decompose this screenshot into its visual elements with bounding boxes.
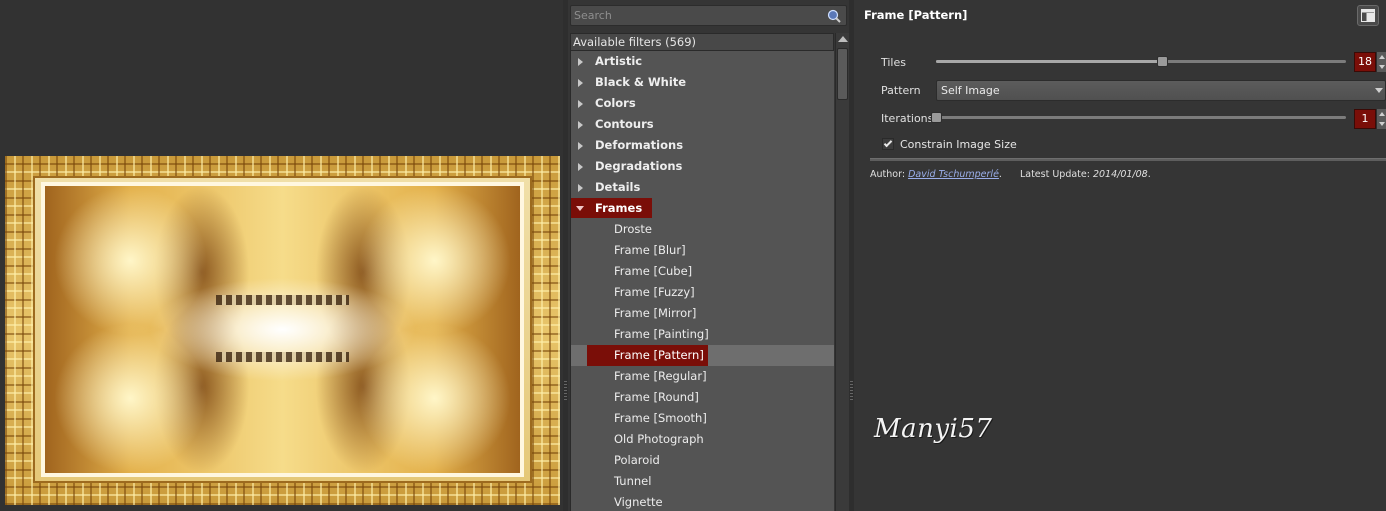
category-artistic[interactable]: Artistic	[571, 51, 834, 72]
filter-item-label: Polaroid	[614, 453, 660, 467]
category-colors[interactable]: Colors	[571, 93, 834, 114]
filter-item-label: Frame [Pattern]	[614, 348, 704, 362]
filter-item-frame-blur[interactable]: Frame [Blur]	[571, 240, 834, 261]
pattern-selected-value: Self Image	[941, 84, 1000, 97]
filter-item-label: Frame [Mirror]	[614, 306, 697, 320]
update-date: 2014/01/08	[1092, 169, 1148, 180]
filter-item-frame-pattern[interactable]: Frame [Pattern]	[571, 345, 834, 366]
category-contours[interactable]: Contours	[571, 114, 834, 135]
author-link[interactable]: David Tschumperlé	[908, 169, 999, 180]
filter-item-label: Old Photograph	[614, 432, 704, 446]
category-details[interactable]: Details	[571, 177, 834, 198]
category-label: Frames	[595, 201, 643, 215]
filter-title: Frame [Pattern]	[864, 8, 968, 22]
category-label: Degradations	[595, 159, 683, 173]
constrain-image-size-checkbox[interactable]	[882, 138, 894, 150]
filter-item-label: Frame [Blur]	[614, 243, 686, 257]
category-label: Details	[595, 180, 641, 194]
search-input[interactable]	[571, 6, 846, 25]
filter-item-label: Droste	[614, 222, 652, 236]
scrollbar-thumb[interactable]	[837, 48, 848, 100]
splitter-grip[interactable]	[564, 380, 567, 400]
filter-item-frame-fuzzy[interactable]: Frame [Fuzzy]	[571, 282, 834, 303]
dock-window-icon	[1361, 9, 1375, 22]
category-label: Colors	[595, 96, 636, 110]
iterations-label: Iterations	[881, 112, 934, 125]
filter-pane: Available filters (569) Artistic Black &…	[568, 0, 849, 511]
filter-item-frame-smooth[interactable]: Frame [Smooth]	[571, 408, 834, 429]
filter-item-frame-round[interactable]: Frame [Round]	[571, 387, 834, 408]
filters-header[interactable]: Available filters (569)	[570, 33, 834, 51]
filter-list-scrollbar[interactable]	[835, 33, 849, 511]
watermark-signature: Manyi57	[874, 414, 993, 444]
settings-pane: Frame [Pattern] Tiles 18 Pattern Self Im…	[854, 0, 1386, 511]
expand-arrow-icon[interactable]	[578, 79, 583, 87]
filter-item-frame-mirror[interactable]: Frame [Mirror]	[571, 303, 834, 324]
filter-tree[interactable]: Artistic Black & White Colors Contours D…	[570, 51, 834, 511]
iterations-spin-arrows-icon[interactable]	[1376, 109, 1386, 129]
collapse-arrow-icon[interactable]	[576, 206, 584, 211]
filter-item-tunnel[interactable]: Tunnel	[571, 471, 834, 492]
tiles-spinbox[interactable]: 18	[1354, 52, 1376, 72]
picture-detail-top	[216, 295, 349, 306]
category-label: Artistic	[595, 54, 643, 68]
iterations-slider-handle[interactable]	[931, 112, 942, 123]
preview-picture	[41, 182, 524, 477]
pattern-label: Pattern	[881, 84, 921, 97]
filter-item-vignette[interactable]: Vignette	[571, 492, 834, 511]
preview-image[interactable]	[5, 156, 560, 505]
expand-arrow-icon[interactable]	[578, 184, 583, 192]
separator	[870, 158, 1386, 161]
expand-arrow-icon[interactable]	[578, 121, 583, 129]
expand-arrow-icon[interactable]	[578, 58, 583, 66]
pattern-dropdown[interactable]: Self Image	[936, 80, 1386, 101]
category-label: Black & White	[595, 75, 687, 89]
picture-detail-bottom	[216, 352, 349, 363]
chevron-down-icon[interactable]	[1375, 88, 1383, 93]
search-box[interactable]	[570, 5, 847, 26]
filter-item-polaroid[interactable]: Polaroid	[571, 450, 834, 471]
filter-item-label: Vignette	[614, 495, 663, 509]
filter-item-frame-painting[interactable]: Frame [Painting]	[571, 324, 834, 345]
iterations-spinbox[interactable]: 1	[1354, 109, 1376, 129]
tiles-slider-handle[interactable]	[1157, 56, 1168, 67]
expand-arrow-icon[interactable]	[578, 142, 583, 150]
filter-item-label: Frame [Smooth]	[614, 411, 707, 425]
tiles-label: Tiles	[881, 56, 906, 69]
iterations-slider[interactable]	[936, 116, 1346, 119]
update-prefix: Latest Update:	[1019, 169, 1090, 180]
expand-arrow-icon[interactable]	[578, 163, 583, 171]
constrain-image-size-label[interactable]: Constrain Image Size	[900, 138, 1017, 151]
scroll-up-arrow-icon[interactable]	[838, 36, 848, 42]
author-suffix: .	[998, 169, 1002, 180]
dock-window-button[interactable]	[1357, 5, 1379, 26]
tiles-slider[interactable]	[936, 60, 1346, 63]
tiles-spin-arrows-icon[interactable]	[1376, 52, 1386, 72]
filter-item-label: Frame [Painting]	[614, 327, 709, 341]
update-suffix: .	[1147, 169, 1151, 180]
filter-item-label: Frame [Cube]	[614, 264, 693, 278]
category-frames[interactable]: Frames	[571, 198, 834, 219]
tiles-slider-fill	[936, 60, 1162, 63]
author-prefix: Author:	[870, 169, 906, 180]
filter-item-droste[interactable]: Droste	[571, 219, 834, 240]
expand-arrow-icon[interactable]	[578, 100, 583, 108]
category-label: Contours	[595, 117, 654, 131]
filter-item-label: Frame [Round]	[614, 390, 699, 404]
category-label: Deformations	[595, 138, 684, 152]
filter-item-label: Frame [Fuzzy]	[614, 285, 695, 299]
splitter-grip[interactable]	[850, 380, 853, 400]
category-degradations[interactable]: Degradations	[571, 156, 834, 177]
category-black-white[interactable]: Black & White	[571, 72, 834, 93]
category-deformations[interactable]: Deformations	[571, 135, 834, 156]
preview-pane	[0, 0, 563, 511]
filter-item-label: Tunnel	[614, 474, 652, 488]
filter-item-label: Frame [Regular]	[614, 369, 707, 383]
checkmark-icon	[883, 138, 893, 148]
filter-item-old-photograph[interactable]: Old Photograph	[571, 429, 834, 450]
search-icon[interactable]	[827, 9, 841, 23]
filter-item-frame-regular[interactable]: Frame [Regular]	[571, 366, 834, 387]
filter-item-frame-cube[interactable]: Frame [Cube]	[571, 261, 834, 282]
author-info: Author: David Tschumperlé. Latest Update:…	[870, 169, 1151, 180]
